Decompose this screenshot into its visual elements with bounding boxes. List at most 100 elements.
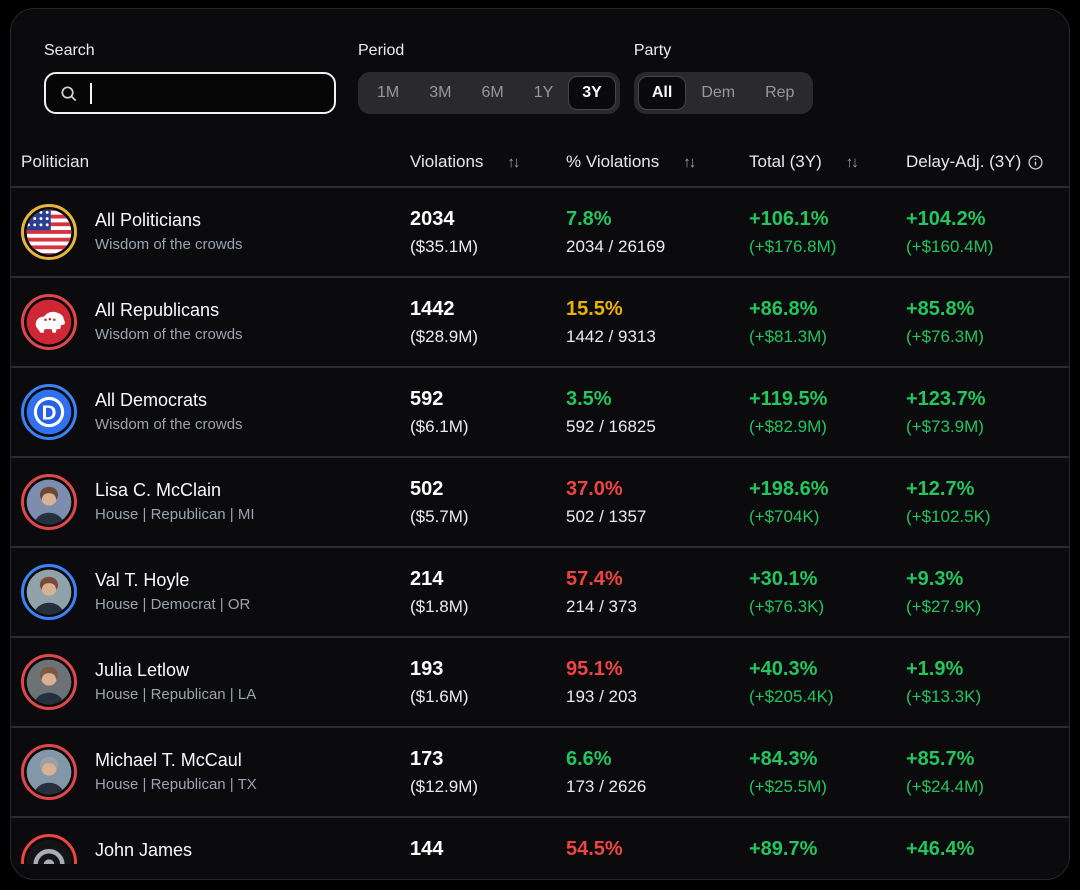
- period-option-3y[interactable]: 3Y: [568, 76, 616, 110]
- total-amount: (+$176.8M): [749, 237, 906, 257]
- total-amount: (+$82.9M): [749, 417, 906, 437]
- violations-amount: ($28.9M): [410, 327, 566, 347]
- sort-icon[interactable]: ↑↓: [507, 154, 518, 171]
- delay-adj-cell: +85.8% (+$76.3M): [906, 298, 1059, 347]
- total-cell: +84.3% (+$25.5M): [749, 748, 906, 797]
- politician-cell: All Politicians Wisdom of the crowds: [21, 204, 410, 260]
- pct-violations-cell: 54.5%: [566, 838, 749, 881]
- total-amount: [749, 867, 906, 881]
- pct-violations-value: 3.5%: [566, 388, 749, 411]
- politician-subtitle: Wisdom of the crowds: [95, 326, 243, 344]
- party-option-all[interactable]: All: [638, 76, 686, 110]
- violations-count: 592: [410, 388, 566, 411]
- violations-amount: [410, 867, 566, 881]
- sort-icon[interactable]: ↑↓: [846, 154, 857, 171]
- politician-subtitle: Wisdom of the crowds: [95, 416, 243, 434]
- delay-adj-cell: +46.4%: [906, 838, 1059, 881]
- table-row[interactable]: All Politicians Wisdom of the crowds 203…: [11, 186, 1069, 276]
- politician-name: Lisa C. McClain: [95, 480, 255, 501]
- search-icon: [59, 84, 78, 103]
- period-option-6m[interactable]: 6M: [466, 76, 518, 110]
- politician-name: All Democrats: [95, 390, 243, 411]
- total-cell: +89.7%: [749, 838, 906, 881]
- delay-adj-amount: (+$13.3K): [906, 687, 1059, 707]
- total-amount: (+$76.3K): [749, 597, 906, 617]
- pct-violations-ratio: 592 / 16825: [566, 417, 749, 437]
- politician-name: All Republicans: [95, 300, 243, 321]
- pct-violations-cell: 57.4% 214 / 373: [566, 568, 749, 617]
- pct-violations-ratio: 173 / 2626: [566, 777, 749, 797]
- table-row[interactable]: All Republicans Wisdom of the crowds 144…: [11, 276, 1069, 366]
- violations-count: 502: [410, 478, 566, 501]
- pct-violations-cell: 37.0% 502 / 1357: [566, 478, 749, 527]
- violations-cell: 1442 ($28.9M): [410, 298, 566, 347]
- politician-subtitle: House | Democrat | OR: [95, 596, 250, 614]
- pct-violations-ratio: [566, 867, 749, 881]
- period-group: Period 1M3M6M1Y3Y: [358, 42, 620, 114]
- svg-text:D: D: [42, 402, 57, 425]
- total-return: +119.5%: [749, 388, 906, 411]
- avatar-photo: [21, 564, 77, 620]
- total-return: +106.1%: [749, 208, 906, 231]
- period-option-1y[interactable]: 1Y: [519, 76, 569, 110]
- delay-adj-return: +85.8%: [906, 298, 1059, 321]
- politician-subtitle: [95, 866, 192, 880]
- avatar-target: [21, 834, 77, 880]
- politician-cell: D All Democrats Wisdom of the crowds: [21, 384, 410, 440]
- search-box[interactable]: [44, 72, 336, 114]
- party-segmented-control: AllDemRep: [634, 72, 814, 114]
- table-row[interactable]: D All Democrats Wisdom of the crowds 592…: [11, 366, 1069, 456]
- pct-violations-ratio: 1442 / 9313: [566, 327, 749, 347]
- table-row[interactable]: John James 144 54.5% +89.7% +46.4%: [11, 816, 1069, 880]
- politician-cell: All Republicans Wisdom of the crowds: [21, 294, 410, 350]
- search-label: Search: [44, 42, 336, 60]
- total-amount: (+$704K): [749, 507, 906, 527]
- violations-cell: 214 ($1.8M): [410, 568, 566, 617]
- sort-icon[interactable]: ↑↓: [683, 154, 694, 171]
- pct-violations-ratio: 502 / 1357: [566, 507, 749, 527]
- avatar-dem: D: [21, 384, 77, 440]
- column-header-violations[interactable]: Violations ↑↓: [410, 152, 566, 172]
- avatar-photo: [21, 744, 77, 800]
- column-label-pct-violations: % Violations: [566, 152, 659, 172]
- pct-violations-cell: 7.8% 2034 / 26169: [566, 208, 749, 257]
- politician-cell: John James: [21, 834, 410, 880]
- period-option-1m[interactable]: 1M: [362, 76, 414, 110]
- politician-cell: Lisa C. McClain House | Republican | MI: [21, 474, 410, 530]
- info-icon[interactable]: [1028, 155, 1043, 170]
- table-row[interactable]: Lisa C. McClain House | Republican | MI …: [11, 456, 1069, 546]
- violations-cell: 173 ($12.9M): [410, 748, 566, 797]
- column-header-total-3y[interactable]: Total (3Y) ↑↓: [749, 152, 906, 172]
- pct-violations-value: 95.1%: [566, 658, 749, 681]
- table-row[interactable]: Val T. Hoyle House | Democrat | OR 214 (…: [11, 546, 1069, 636]
- violations-count: 2034: [410, 208, 566, 231]
- party-option-dem[interactable]: Dem: [686, 76, 750, 110]
- politician-name: Michael T. McCaul: [95, 750, 257, 771]
- table-row[interactable]: Michael T. McCaul House | Republican | T…: [11, 726, 1069, 816]
- total-cell: +198.6% (+$704K): [749, 478, 906, 527]
- total-cell: +119.5% (+$82.9M): [749, 388, 906, 437]
- column-label-total-3y: Total (3Y): [749, 152, 822, 172]
- main-panel: Search Period 1M3M6M1Y3Y Party AllDemRep…: [10, 8, 1070, 880]
- table-row[interactable]: Julia Letlow House | Republican | LA 193…: [11, 636, 1069, 726]
- total-return: +89.7%: [749, 838, 906, 861]
- total-return: +40.3%: [749, 658, 906, 681]
- search-input[interactable]: [96, 84, 334, 102]
- delay-adj-amount: (+$27.9K): [906, 597, 1059, 617]
- politician-cell: Julia Letlow House | Republican | LA: [21, 654, 410, 710]
- pct-violations-cell: 95.1% 193 / 203: [566, 658, 749, 707]
- column-label-violations: Violations: [410, 152, 483, 172]
- avatar-gop: [21, 294, 77, 350]
- column-header-pct-violations[interactable]: % Violations ↑↓: [566, 152, 749, 172]
- total-return: +30.1%: [749, 568, 906, 591]
- pct-violations-value: 6.6%: [566, 748, 749, 771]
- politician-subtitle: House | Republican | LA: [95, 686, 256, 704]
- party-option-rep[interactable]: Rep: [750, 76, 809, 110]
- pct-violations-cell: 6.6% 173 / 2626: [566, 748, 749, 797]
- period-option-3m[interactable]: 3M: [414, 76, 466, 110]
- period-label: Period: [358, 42, 620, 60]
- politician-cell: Val T. Hoyle House | Democrat | OR: [21, 564, 410, 620]
- violations-count: 193: [410, 658, 566, 681]
- pct-violations-cell: 3.5% 592 / 16825: [566, 388, 749, 437]
- delay-adj-cell: +12.7% (+$102.5K): [906, 478, 1059, 527]
